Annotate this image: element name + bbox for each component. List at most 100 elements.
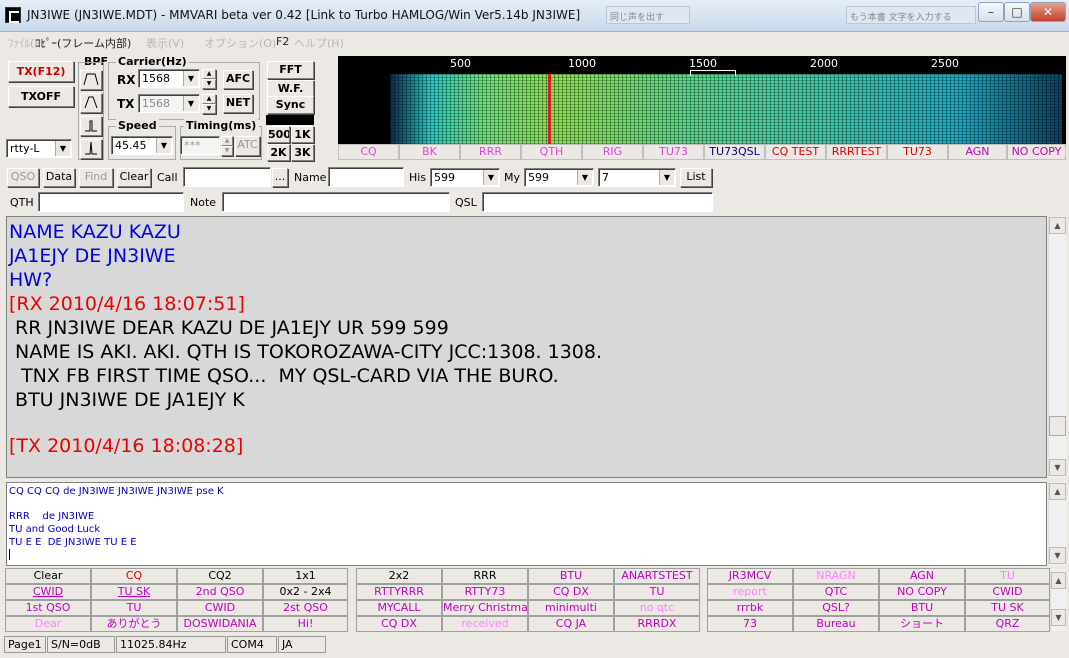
scroll-up-icon[interactable]: ▲ [1049, 483, 1066, 500]
minimize-button[interactable]: – [978, 2, 1004, 22]
macro-button[interactable]: TU SK [91, 584, 177, 600]
quick-macro-button[interactable]: RRRTEST [826, 144, 887, 160]
scroll-down-icon[interactable]: ▼ [1049, 547, 1066, 564]
macro-button[interactable]: CQ JA [528, 616, 614, 632]
waterfall-display[interactable]: 500 1000 1500 2000 2500 CQ BK RRR QTH RI… [338, 56, 1066, 160]
macro-scrollbar[interactable]: ▲ ▼ [1050, 569, 1066, 631]
macro-button[interactable]: 1st QSO [5, 600, 91, 616]
menu-view[interactable]: 表示(V) [146, 35, 184, 51]
quick-macro-button[interactable]: BK [399, 144, 460, 160]
macro-button[interactable]: minimulti [528, 600, 614, 616]
atc-button[interactable]: ATC [235, 136, 260, 156]
transmit-text-area[interactable]: CQ CQ CQ de JN3IWE JN3IWE JN3IWE pse K R… [6, 482, 1047, 566]
macro-button[interactable]: 0x2 - 2x4 [263, 584, 348, 600]
menu-f2[interactable]: F2 [276, 35, 289, 48]
macro-button[interactable]: RTTYRRR [356, 584, 442, 600]
macro-button[interactable]: TU SK [965, 600, 1050, 616]
app-icon[interactable] [5, 7, 21, 23]
qsl-input[interactable] [482, 192, 713, 212]
macro-button[interactable]: CQ [91, 568, 177, 584]
macro-button[interactable]: BTU [879, 600, 965, 616]
macro-button[interactable]: DOSWIDANIA [177, 616, 263, 632]
span-3k-button[interactable]: 3K [291, 144, 314, 161]
macro-button[interactable]: MYCALL [356, 600, 442, 616]
name-input[interactable] [328, 167, 404, 187]
macro-button[interactable]: RRRDX [614, 616, 700, 632]
qth-input[interactable] [38, 192, 184, 212]
timing-input[interactable]: *** [180, 136, 220, 155]
close-button[interactable]: ✕ [1030, 2, 1066, 22]
quick-macro-button[interactable]: CQ [338, 144, 399, 160]
quick-macro-button[interactable]: RIG [582, 144, 643, 160]
txoff-button[interactable]: TXOFF [8, 86, 74, 107]
mode-select[interactable]: rtty-L ▼ [6, 139, 72, 158]
clear-button[interactable]: Clear [117, 168, 151, 187]
macro-button[interactable]: ANARTSTEST [614, 568, 700, 584]
qso-button[interactable]: QSO [7, 168, 39, 187]
quick-macro-button[interactable]: CQ TEST [765, 144, 826, 160]
tx-frequency-combo[interactable]: 1568 ▼ [138, 94, 200, 113]
macro-button[interactable]: BTU [528, 568, 614, 584]
quick-macro-button[interactable]: AGN [948, 144, 1007, 160]
my-rst-select[interactable]: 599 ▼ [524, 168, 594, 187]
macro-button[interactable]: Bureau [793, 616, 879, 632]
speed-select[interactable]: 45.45 ▼ [111, 136, 173, 155]
sync-button[interactable]: Sync [267, 96, 314, 114]
macro-button[interactable]: AGN [879, 568, 965, 584]
tx-scrollbar[interactable]: ▲ ▼ [1048, 482, 1066, 566]
rx-scrollbar[interactable]: ▲ ▼ [1048, 216, 1066, 478]
scroll-down-icon[interactable]: ▼ [1049, 459, 1066, 476]
macro-button[interactable]: Dear [5, 616, 91, 632]
macro-button[interactable]: no qtc [614, 600, 700, 616]
tx-freq-up-button[interactable]: ▲ [202, 94, 216, 104]
macro-button[interactable]: 2st QSO [263, 600, 348, 616]
menu-help[interactable]: ヘルプ(H) [294, 35, 344, 51]
maximize-button[interactable]: □ [1004, 2, 1030, 22]
menu-options[interactable]: オプション(O) [204, 35, 276, 51]
macro-button[interactable]: TU [614, 584, 700, 600]
timing-down-button[interactable]: ▼ [221, 146, 233, 156]
macro-button[interactable]: 73 [707, 616, 793, 632]
macro-button[interactable]: TU [91, 600, 177, 616]
bpf-wide-button[interactable] [80, 70, 102, 90]
bpf-narrow-button[interactable] [80, 116, 102, 136]
bpf-very-narrow-button[interactable] [80, 139, 102, 159]
band-select[interactable]: 7 ▼ [598, 168, 676, 187]
macro-button[interactable]: 2x2 [356, 568, 442, 584]
rx-freq-up-button[interactable]: ▲ [202, 69, 216, 79]
scroll-up-icon[interactable]: ▲ [1051, 572, 1066, 589]
quick-macro-button[interactable]: RRR [460, 144, 521, 160]
fft-button[interactable]: FFT [267, 61, 314, 79]
note-input[interactable] [222, 192, 450, 212]
macro-button[interactable]: ショート [879, 616, 965, 632]
macro-button[interactable]: QTC [793, 584, 879, 600]
macro-button[interactable]: CWID [965, 584, 1050, 600]
scroll-up-icon[interactable]: ▲ [1049, 217, 1066, 234]
net-button[interactable]: NET [223, 94, 253, 113]
timing-up-button[interactable]: ▲ [221, 136, 233, 146]
macro-button[interactable]: NO COPY [879, 584, 965, 600]
macro-button[interactable]: CWID [5, 584, 91, 600]
tx-freq-down-button[interactable]: ▼ [202, 104, 216, 114]
scroll-down-icon[interactable]: ▼ [1051, 609, 1066, 626]
span-500-button[interactable]: 500 [267, 126, 290, 143]
macro-button[interactable]: JR3MCV [707, 568, 793, 584]
quick-macro-button[interactable]: QTH [521, 144, 582, 160]
quick-macro-button[interactable]: TU73 [887, 144, 948, 160]
quick-macro-button[interactable]: TU73QSL [704, 144, 765, 160]
macro-button[interactable]: NRAGN [793, 568, 879, 584]
macro-button[interactable]: rrrbk [707, 600, 793, 616]
find-button[interactable]: Find [79, 168, 113, 187]
macro-button[interactable]: 2nd QSO [177, 584, 263, 600]
quick-macro-button[interactable]: NO COPY [1007, 144, 1066, 160]
quick-macro-button[interactable]: TU73 [643, 144, 704, 160]
span-2k-button[interactable]: 2K [267, 144, 290, 161]
menu-copy[interactable]: ｺﾋﾟｰ(フレーム内部) [35, 35, 131, 51]
list-button[interactable]: List [680, 168, 712, 187]
call-lookup-button[interactable]: ... [272, 168, 288, 187]
macro-button[interactable]: RRR [442, 568, 528, 584]
macro-button[interactable]: RTTY73 [442, 584, 528, 600]
afc-button[interactable]: AFC [223, 70, 253, 89]
macro-button[interactable]: CQ DX [356, 616, 442, 632]
macro-button[interactable]: QSL? [793, 600, 879, 616]
